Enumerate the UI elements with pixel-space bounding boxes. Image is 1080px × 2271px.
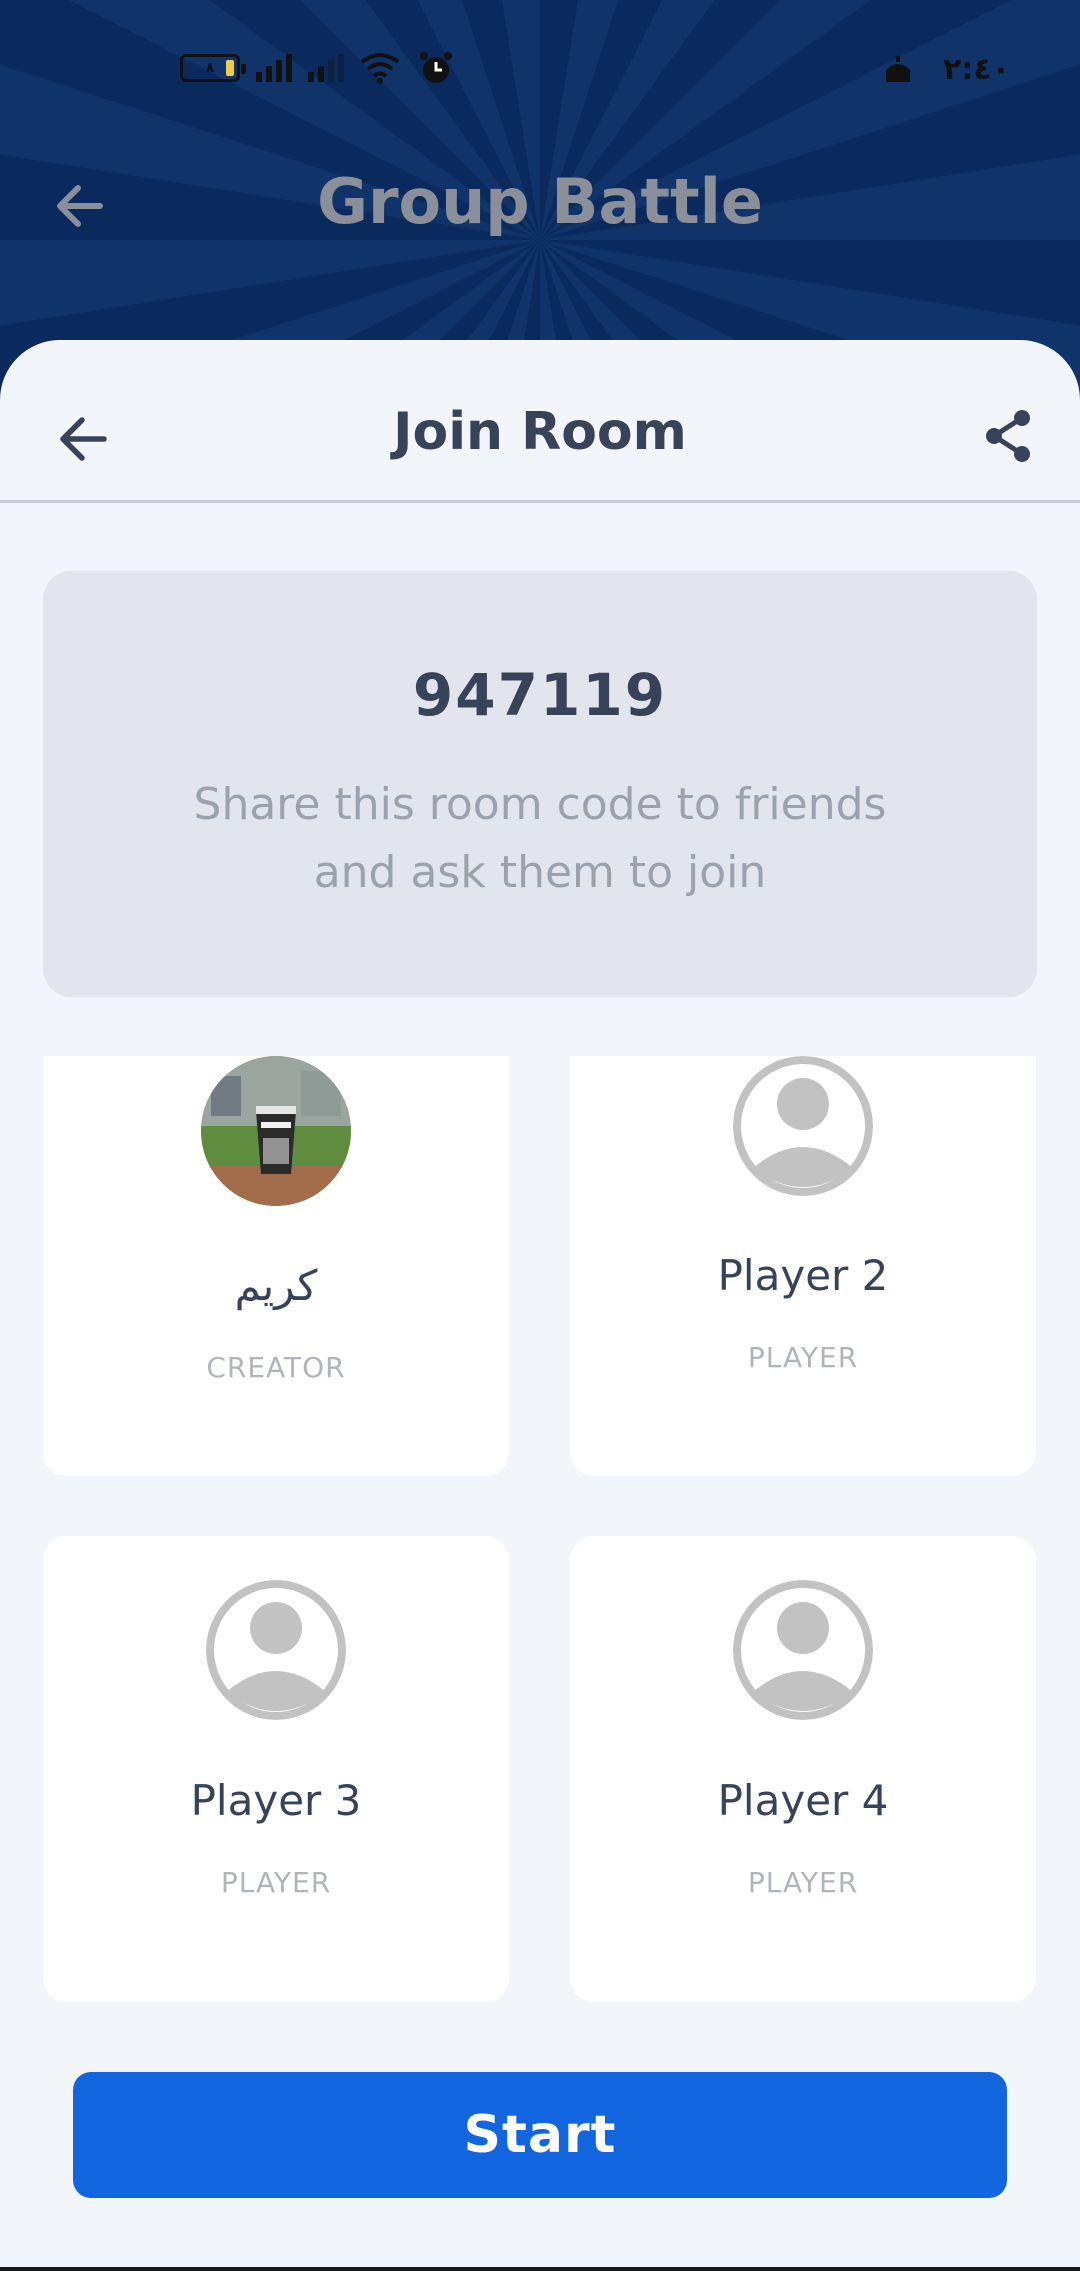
signal-icon xyxy=(256,54,292,82)
user-placeholder-icon xyxy=(733,1580,873,1720)
alarm-icon xyxy=(420,52,452,83)
battery-icon: ٨ xyxy=(180,54,246,82)
player-name: Player 4 xyxy=(717,1776,889,1825)
sheet-title: Join Room xyxy=(393,402,687,462)
player-name: Player 3 xyxy=(190,1776,362,1825)
start-button[interactable]: Start xyxy=(73,2072,1007,2198)
status-bar: ٨ ٢:٤٠ xyxy=(0,40,1080,96)
player-card-3: Player 3 PLAYER xyxy=(43,1536,509,2002)
wifi-icon xyxy=(360,53,400,84)
player-name: كريم xyxy=(234,1261,318,1310)
player-role: CREATOR xyxy=(206,1351,346,1384)
player-card-4: Player 4 PLAYER xyxy=(570,1536,1036,2002)
user-placeholder-icon xyxy=(733,1056,873,1196)
room-code-hint: Share this room code to friends and ask … xyxy=(193,779,887,898)
user-placeholder-icon xyxy=(206,1580,346,1720)
status-left: ٨ xyxy=(180,50,456,86)
player-avatar-photo xyxy=(201,1056,351,1206)
share-button[interactable] xyxy=(980,408,1036,464)
status-time: ٢:٤٠ xyxy=(943,52,1010,87)
player-role: PLAYER xyxy=(220,1866,332,1899)
player-role: PLAYER xyxy=(747,1866,859,1899)
player-card-creator: كريم CREATOR xyxy=(43,1056,509,1476)
player-name: Player 2 xyxy=(717,1251,889,1300)
battery-level: ٨ xyxy=(205,60,215,76)
status-right: ٢:٤٠ xyxy=(883,52,1010,87)
player-role: PLAYER xyxy=(747,1341,859,1374)
room-code-card[interactable]: 947119 Share this room code to friends a… xyxy=(43,571,1037,997)
signal-icon xyxy=(308,54,344,82)
room-code[interactable]: 947119 xyxy=(43,661,1037,729)
player-card-2: Player 2 PLAYER xyxy=(570,1056,1036,1476)
sheet-header: Join Room xyxy=(0,340,1080,502)
bottom-edge xyxy=(0,2267,1080,2271)
banner-title: Group Battle xyxy=(317,165,763,238)
header-divider xyxy=(0,500,1080,503)
mosque-icon xyxy=(886,55,911,82)
join-room-sheet: Join Room 947119 Share this room code to… xyxy=(0,340,1080,2271)
